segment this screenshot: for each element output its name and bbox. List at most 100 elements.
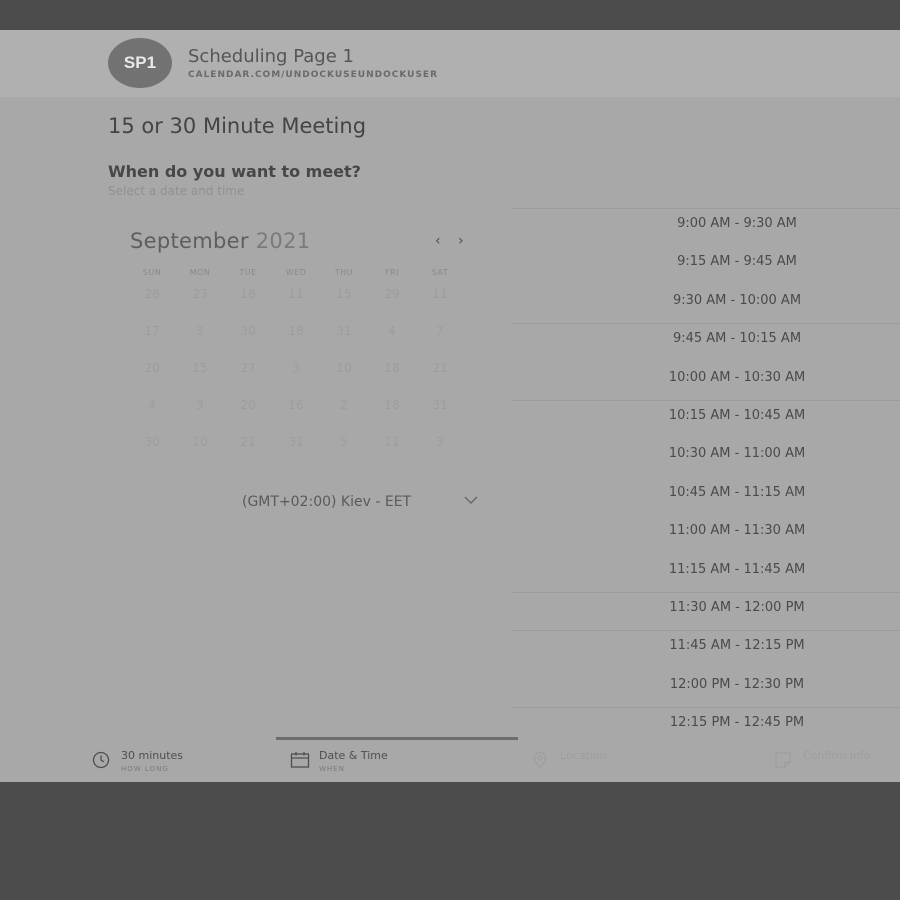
step-title: Location — [560, 749, 607, 762]
calendar-day[interactable]: 4 — [368, 324, 416, 361]
calendar-day[interactable]: 15 — [320, 287, 368, 324]
time-slot[interactable]: 9:45 AM - 10:15 AM — [512, 323, 900, 361]
calendar-week-row: 28 23 18 11 15 29 11 — [128, 287, 464, 324]
calendar-day[interactable]: 11 — [416, 287, 464, 324]
meeting-subtitle: Select a date and time — [108, 184, 245, 198]
calendar-day[interactable]: 30 — [128, 435, 176, 472]
timezone-label: (GMT+02:00) Kiev - EET — [242, 494, 412, 510]
calendar-year: 2021 — [255, 229, 311, 253]
note-icon — [774, 751, 792, 769]
step-confirm-info[interactable]: Confirm Info WHO — [774, 737, 894, 782]
calendar-day[interactable]: 21 — [416, 361, 464, 398]
clock-icon — [92, 751, 110, 769]
calendar-day[interactable]: 18 — [224, 287, 272, 324]
step-caption: HOW LONG — [121, 765, 169, 773]
weekday-label: SUN — [142, 268, 162, 277]
time-slot-label: 11:00 AM - 11:30 AM — [668, 523, 806, 539]
meeting-question: When do you want to meet? — [108, 162, 361, 181]
calendar-day[interactable]: 31 — [416, 398, 464, 435]
calendar-week-row: 30 10 21 31 5 11 3 — [128, 435, 464, 472]
avatar: SP1 — [108, 38, 172, 88]
scheduling-page-name: Scheduling Page 1 — [188, 46, 354, 67]
step-title: Date & Time — [319, 749, 388, 762]
meeting-title: 15 or 30 Minute Meeting — [108, 114, 367, 138]
time-slot[interactable]: 10:45 AM - 11:15 AM — [512, 477, 900, 515]
calendar-week-row: 20 15 27 3 10 18 21 — [128, 361, 464, 398]
time-slot-label: 10:45 AM - 11:15 AM — [668, 484, 806, 500]
time-slot-label: 12:15 PM - 12:45 PM — [669, 715, 805, 731]
step-date-time[interactable]: Date & Time WHEN — [290, 737, 490, 782]
calendar-day[interactable]: 21 — [224, 435, 272, 472]
calendar-day[interactable]: 11 — [368, 435, 416, 472]
time-slot[interactable]: 11:00 AM - 11:30 AM — [512, 515, 900, 553]
time-slot-label: 10:15 AM - 10:45 AM — [668, 407, 806, 423]
weekday-label: THU — [334, 268, 354, 277]
calendar-day[interactable]: 27 — [224, 361, 272, 398]
calendar-day[interactable]: 10 — [176, 435, 224, 472]
chevron-down-icon — [464, 494, 478, 508]
time-slot-label: 11:45 AM - 12:15 PM — [669, 638, 805, 654]
calendar-icon — [290, 751, 310, 769]
weekday-header-row: SUN MON TUE WED THU FRI SAT — [128, 268, 464, 277]
time-slot[interactable]: 9:30 AM - 10:00 AM — [512, 285, 900, 323]
time-slot-label: 10:30 AM - 11:00 AM — [668, 446, 806, 462]
weekday-label: FRI — [384, 268, 400, 277]
calendar-day[interactable]: 10 — [320, 361, 368, 398]
step-caption: WHAT — [560, 765, 585, 773]
calendar-day[interactable]: 17 — [128, 324, 176, 361]
calendar-day[interactable]: 5 — [320, 435, 368, 472]
location-pin-icon — [531, 751, 549, 769]
next-month-button[interactable]: › — [458, 233, 464, 249]
calendar-day[interactable]: 18 — [368, 361, 416, 398]
scheduling-card: SP1 Scheduling Page 1 CALENDAR.COM/UNDOC… — [0, 30, 900, 782]
time-slot-label: 9:15 AM - 9:45 AM — [677, 254, 797, 270]
weekday-label: MON — [189, 268, 211, 277]
calendar-day[interactable]: 3 — [176, 398, 224, 435]
calendar-day[interactable]: 3 — [416, 435, 464, 472]
calendar-day[interactable]: 3 — [176, 324, 224, 361]
window-top-bar — [0, 0, 900, 30]
calendar-day[interactable]: 18 — [272, 324, 320, 361]
calendar-month-label: September 2021 — [130, 229, 310, 253]
step-caption: WHO — [803, 765, 824, 773]
calendar-day[interactable]: 20 — [128, 361, 176, 398]
calendar-day[interactable]: 30 — [224, 324, 272, 361]
page-header: SP1 Scheduling Page 1 CALENDAR.COM/UNDOC… — [0, 30, 900, 97]
time-slot[interactable]: 11:45 AM - 12:15 PM — [512, 630, 900, 668]
time-slot[interactable]: 9:15 AM - 9:45 AM — [512, 246, 900, 284]
calendar-day[interactable]: 31 — [272, 435, 320, 472]
scheduling-page-url[interactable]: CALENDAR.COM/UNDOCKUSEUNDOCKUSER — [188, 70, 438, 80]
time-slot-list: 9:00 AM - 9:30 AM 9:15 AM - 9:45 AM 9:30… — [512, 208, 900, 745]
calendar-day[interactable]: 15 — [176, 361, 224, 398]
time-slot[interactable]: 10:00 AM - 10:30 AM — [512, 362, 900, 400]
step-duration[interactable]: 30 minutes HOW LONG — [92, 737, 252, 782]
time-slot-label: 9:45 AM - 10:15 AM — [672, 331, 802, 347]
calendar-day[interactable]: 28 — [128, 287, 176, 324]
calendar-week-row: 4 3 20 16 2 18 31 — [128, 398, 464, 435]
calendar-day[interactable]: 20 — [224, 398, 272, 435]
calendar-day[interactable]: 18 — [368, 398, 416, 435]
calendar-day[interactable]: 11 — [272, 287, 320, 324]
calendar-day[interactable]: 31 — [320, 324, 368, 361]
calendar-day[interactable]: 7 — [416, 324, 464, 361]
calendar-day[interactable]: 2 — [320, 398, 368, 435]
time-slot[interactable]: 10:15 AM - 10:45 AM — [512, 399, 900, 438]
timezone-select[interactable]: (GMT+02:00) Kiev - EET — [242, 494, 482, 510]
calendar-day[interactable]: 4 — [128, 398, 176, 435]
time-slot[interactable]: 12:00 PM - 12:30 PM — [512, 669, 900, 707]
time-slot[interactable]: 9:00 AM - 9:30 AM — [512, 208, 900, 246]
calendar-day[interactable]: 16 — [272, 398, 320, 435]
time-slot[interactable]: 11:30 AM - 12:00 PM — [512, 591, 900, 630]
time-slot[interactable]: 11:15 AM - 11:45 AM — [512, 554, 900, 592]
time-slot[interactable]: 10:30 AM - 11:00 AM — [512, 438, 900, 476]
weekday-label: SAT — [431, 268, 449, 277]
calendar-day[interactable]: 23 — [176, 287, 224, 324]
time-slot-label: 12:00 PM - 12:30 PM — [669, 676, 805, 692]
time-slot-label: 9:30 AM - 10:00 AM — [672, 292, 802, 308]
previous-month-button[interactable]: ‹ — [435, 233, 441, 249]
step-location[interactable]: Location WHAT — [531, 737, 711, 782]
time-slot-label: 11:15 AM - 11:45 AM — [668, 561, 806, 577]
calendar-day[interactable]: 3 — [272, 361, 320, 398]
calendar-month-name: September — [130, 229, 249, 253]
calendar-day[interactable]: 29 — [368, 287, 416, 324]
